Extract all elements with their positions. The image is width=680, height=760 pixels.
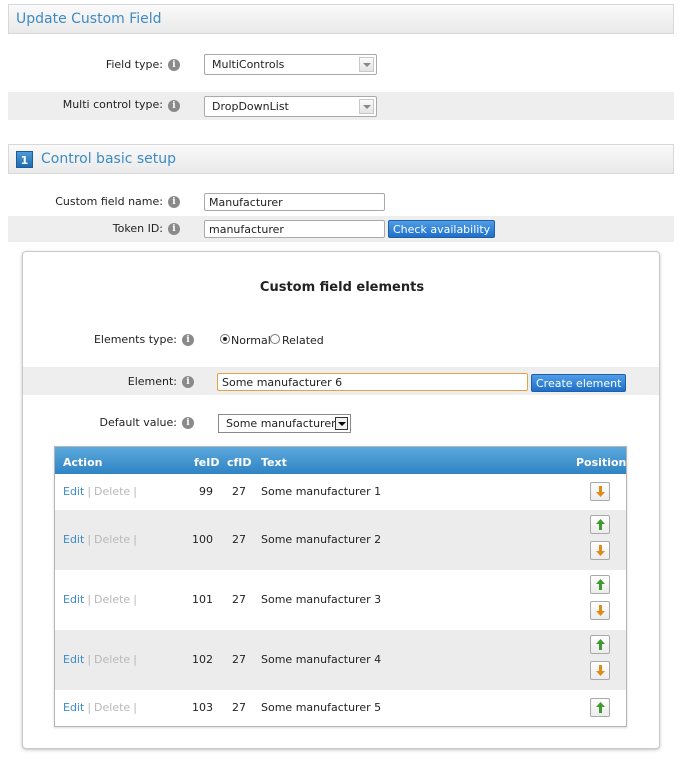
move-up-button[interactable] [590, 515, 610, 534]
normal-radio-label[interactable]: Normal [231, 334, 271, 347]
token-id-label: Token ID: [112, 222, 163, 235]
default-value-label-wrap: Default value: [22, 414, 177, 434]
page-title: Update Custom Field [16, 11, 162, 27]
info-icon[interactable]: i [168, 223, 180, 235]
text-cell: Some manufacturer 3 [261, 593, 382, 606]
table-header: Action feID cfID Text Position [55, 447, 626, 474]
feid-cell: 99 [199, 485, 213, 498]
header-cfid: cfID [227, 456, 252, 469]
element-label-wrap: Element: [22, 373, 177, 393]
edit-link[interactable]: Edit [63, 653, 84, 666]
delete-link[interactable]: Delete [94, 485, 130, 498]
normal-radio[interactable] [220, 334, 230, 344]
separator: | [87, 533, 92, 546]
field-type-label: Field type: [105, 58, 163, 71]
related-radio[interactable] [270, 334, 280, 344]
text-cell: Some manufacturer 4 [261, 653, 382, 666]
edit-link[interactable]: Edit [63, 593, 84, 606]
elements-table: Action feID cfID Text Position Edit | Dele… [54, 446, 627, 727]
delete-link[interactable]: Delete [94, 593, 130, 606]
separator: | [133, 533, 137, 546]
delete-link[interactable]: Delete [94, 653, 130, 666]
delete-link[interactable]: Delete [94, 533, 130, 546]
update-custom-field-header: Update Custom Field [8, 4, 674, 34]
create-element-button[interactable]: Create element [531, 374, 627, 392]
custom-field-name-input[interactable]: Manufacturer [204, 193, 385, 211]
separator: | [87, 485, 92, 498]
info-icon[interactable]: i [182, 417, 194, 429]
table-row: Edit | Delete | 102 27 Some manufacturer 4 [55, 630, 626, 690]
delete-link[interactable]: Delete [94, 701, 130, 714]
elements-type-label-wrap: Elements type: [22, 330, 177, 350]
default-value-select[interactable]: Some manufacturer 1 [218, 414, 351, 433]
field-type-row: Field type: i MultiControls [8, 52, 674, 78]
text-cell: Some manufacturer 5 [261, 701, 382, 714]
separator: | [133, 593, 137, 606]
move-up-button[interactable] [590, 575, 610, 594]
edit-link[interactable]: Edit [63, 485, 84, 498]
default-value-label: Default value: [99, 416, 177, 429]
cfid-cell: 27 [232, 533, 246, 546]
cfid-cell: 27 [232, 485, 246, 498]
move-down-button[interactable] [590, 601, 610, 620]
related-radio-label[interactable]: Related [282, 334, 324, 347]
element-label: Element: [127, 375, 177, 388]
table-row: Edit | Delete | 100 27 Some manufacturer 2 [55, 510, 626, 570]
header-text: Text [261, 456, 287, 469]
feid-cell: 100 [192, 533, 213, 546]
info-icon[interactable]: i [168, 100, 180, 112]
token-id-row: Token ID: i manufacturer Check availabil… [8, 216, 674, 242]
multi-control-type-row: Multi control type: i DropDownList [8, 92, 674, 120]
header-action: Action [63, 456, 103, 469]
move-down-button[interactable] [590, 661, 610, 680]
section-title: Control basic setup [41, 151, 177, 167]
header-feid: feID [194, 456, 220, 469]
separator: | [87, 701, 92, 714]
multi-control-type-select[interactable]: DropDownList [204, 96, 377, 117]
element-input[interactable]: Some manufacturer 6 [217, 373, 528, 391]
table-row: Edit | Delete | 99 27 Some manufacturer 1 [55, 474, 626, 510]
control-basic-setup-header: 1 Control basic setup [8, 144, 674, 174]
chevron-down-icon [359, 57, 374, 72]
text-cell: Some manufacturer 1 [261, 485, 382, 498]
check-availability-button[interactable]: Check availability [388, 220, 496, 238]
token-id-input[interactable]: manufacturer [204, 220, 385, 238]
cfid-cell: 27 [232, 701, 246, 714]
panel-title: Custom field elements [259, 280, 425, 295]
move-down-button[interactable] [590, 541, 610, 560]
move-down-button[interactable] [590, 482, 610, 501]
info-icon[interactable]: i [182, 334, 194, 346]
info-icon[interactable]: i [168, 196, 180, 208]
feid-cell: 103 [192, 701, 213, 714]
header-position: Position [576, 456, 627, 469]
separator: | [133, 653, 137, 666]
section-number-badge: 1 [16, 151, 33, 168]
cfid-cell: 27 [232, 593, 246, 606]
move-up-button[interactable] [590, 635, 610, 654]
feid-cell: 101 [192, 593, 213, 606]
edit-link[interactable]: Edit [63, 701, 84, 714]
separator: | [133, 485, 137, 498]
table-row: Edit | Delete | 103 27 Some manufacturer 5 [55, 690, 626, 726]
feid-cell: 102 [192, 653, 213, 666]
move-up-button[interactable] [590, 698, 610, 717]
table-row: Edit | Delete | 101 27 Some manufacturer 3 [55, 570, 626, 630]
edit-link[interactable]: Edit [63, 533, 84, 546]
custom-field-name-label: Custom field name: [55, 195, 163, 208]
text-cell: Some manufacturer 2 [261, 533, 382, 546]
separator: | [133, 701, 137, 714]
separator: | [87, 653, 92, 666]
cfid-cell: 27 [232, 653, 246, 666]
info-icon[interactable]: i [168, 59, 180, 71]
field-type-select[interactable]: MultiControls [204, 54, 377, 75]
multi-control-type-label: Multi control type: [62, 98, 163, 111]
elements-type-label: Elements type: [93, 333, 177, 346]
info-icon[interactable]: i [182, 376, 194, 388]
chevron-down-icon [335, 417, 348, 430]
chevron-down-icon [359, 99, 374, 114]
custom-field-name-row: Custom field name: i Manufacturer [8, 190, 674, 216]
separator: | [87, 593, 92, 606]
